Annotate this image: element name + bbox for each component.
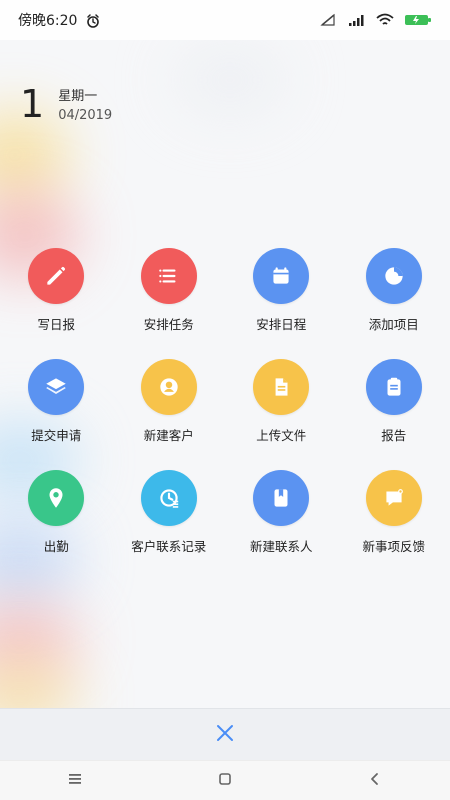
date-block: 1 星期一 04/2019 (20, 85, 112, 123)
address-book-icon (253, 470, 310, 526)
back-button[interactable] (361, 767, 389, 795)
close-icon (215, 723, 235, 747)
calendar-icon (253, 248, 310, 304)
date-month-year: 04/2019 (58, 108, 113, 123)
action-label: 安排日程 (256, 317, 307, 332)
layers-icon (28, 359, 85, 415)
action-label: 安排任务 (143, 317, 194, 332)
system-navigation-bar (0, 760, 450, 800)
status-bar: 傍晚6:20 (0, 0, 450, 40)
date-day: 1 (20, 82, 45, 126)
pencil-icon (28, 248, 85, 304)
quick-action-grid: 写日报 安排任务 安排日程 添加项目 提交申请 新建客户 上传文件 报告 出勤 … (0, 248, 450, 555)
status-time: 傍晚6:20 (18, 13, 78, 29)
close-button[interactable] (205, 715, 245, 755)
menu-button[interactable] (61, 767, 89, 795)
clipboard-icon (365, 359, 422, 415)
action-report[interactable]: 报告 (338, 359, 450, 444)
menu-icon (67, 771, 83, 791)
action-new-customer[interactable]: 新建客户 (113, 359, 226, 444)
action-label: 出勤 (43, 539, 69, 554)
action-submit-application[interactable]: 提交申请 (0, 359, 113, 444)
action-label: 报告 (381, 428, 407, 443)
home-button[interactable] (211, 767, 239, 795)
action-label: 客户联系记录 (131, 539, 207, 554)
document-icon (253, 359, 310, 415)
no-sim-icon (320, 13, 338, 27)
close-bar (0, 708, 450, 761)
quick-actions-screen: 傍晚6:20 1 星期一 04/2019 写日报 安排任务 安排日程 添加项目 … (0, 0, 450, 800)
action-label: 提交申请 (31, 428, 82, 443)
action-label: 添加项目 (368, 317, 419, 332)
background-blur-shape (170, 40, 290, 120)
action-label: 新事项反馈 (362, 539, 425, 554)
alarm-icon (85, 13, 103, 28)
project-icon (365, 248, 422, 304)
battery-charging-icon (404, 13, 432, 27)
action-customer-contact-log[interactable]: 客户联系记录 (113, 470, 226, 555)
action-write-daily-report[interactable]: 写日报 (0, 248, 113, 333)
user-icon (140, 359, 197, 415)
action-label: 新建客户 (143, 428, 194, 443)
action-new-feedback[interactable]: 新事项反馈 (338, 470, 450, 555)
wifi-icon (376, 13, 394, 27)
cellular-signal-icon (348, 13, 366, 27)
action-assign-task[interactable]: 安排任务 (113, 248, 226, 333)
home-icon (217, 771, 233, 791)
feedback-icon (365, 470, 422, 526)
status-left: 傍晚6:20 (18, 10, 103, 30)
contact-history-icon (140, 470, 197, 526)
status-right (320, 13, 432, 27)
back-icon (367, 771, 383, 791)
location-pin-icon (28, 470, 85, 526)
action-new-contact[interactable]: 新建联系人 (225, 470, 338, 555)
list-icon (140, 248, 197, 304)
action-schedule-calendar[interactable]: 安排日程 (225, 248, 338, 333)
action-attendance[interactable]: 出勤 (0, 470, 113, 555)
action-label: 写日报 (37, 317, 75, 332)
date-details: 星期一 04/2019 (58, 85, 112, 123)
action-add-project[interactable]: 添加项目 (338, 248, 450, 333)
action-upload-file[interactable]: 上传文件 (225, 359, 338, 444)
date-weekday: 星期一 (58, 89, 98, 104)
action-label: 新建联系人 (249, 539, 313, 554)
action-label: 上传文件 (256, 428, 307, 443)
